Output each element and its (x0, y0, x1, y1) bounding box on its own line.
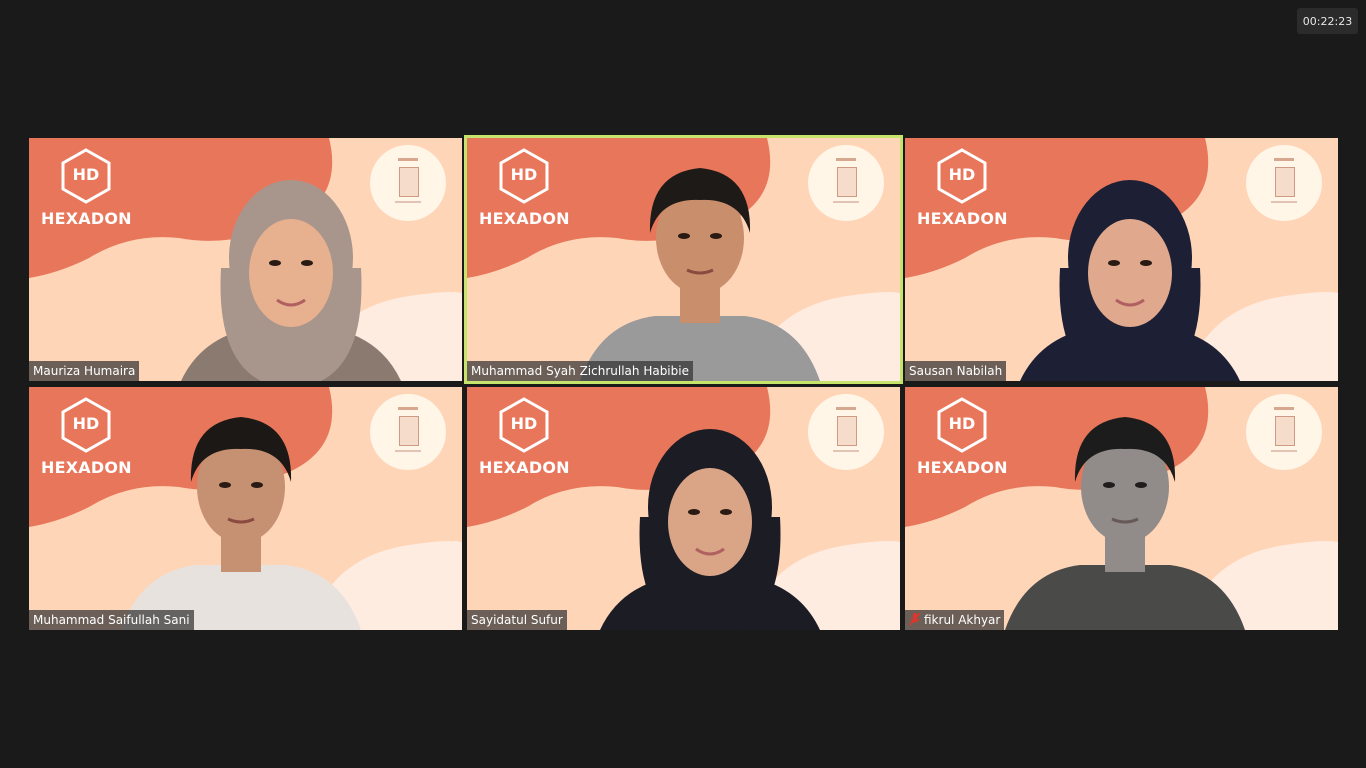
logo-initials: HD (510, 414, 538, 433)
participant-tile[interactable]: HD HEXADON Sayidatul Sufur (467, 387, 900, 630)
brand-name: HEXADON (917, 458, 1008, 477)
seal-logo (1246, 394, 1322, 470)
participant-tile[interactable]: HD HEXADON Sausan Nabilah (905, 138, 1338, 381)
brand-name: HEXADON (917, 209, 1008, 228)
microphone-muted-icon (909, 612, 921, 626)
brand-name: HEXADON (41, 458, 132, 477)
participant-tile[interactable]: HD HEXADON Muhammad Saifullah Sani (29, 387, 462, 630)
seal-logo (1246, 145, 1322, 221)
logo-initials: HD (948, 414, 976, 433)
brand-name: HEXADON (479, 209, 570, 228)
participant-name-label: Muhammad Saifullah Sani (29, 610, 194, 630)
seal-logo (808, 145, 884, 221)
seal-logo (370, 145, 446, 221)
seal-logo (808, 394, 884, 470)
logo-initials: HD (510, 165, 538, 184)
participant-name: fikrul Akhyar (924, 613, 1001, 627)
participant-name: Mauriza Humaira (33, 364, 136, 378)
participant-name-label: Sayidatul Sufur (467, 610, 567, 630)
participant-name-label: Mauriza Humaira (29, 361, 140, 381)
participant-name: Muhammad Syah Zichrullah Habibie (471, 364, 689, 378)
brand-name: HEXADON (41, 209, 132, 228)
video-grid: HD HEXADON Mauriza Humaira HD HEXADON Mu… (0, 0, 1366, 768)
participant-name-label: fikrul Akhyar (905, 610, 1005, 630)
logo-initials: HD (72, 165, 100, 184)
seal-logo (370, 394, 446, 470)
participant-name-label: Sausan Nabilah (905, 361, 1007, 381)
participant-name: Sayidatul Sufur (471, 613, 563, 627)
participant-tile[interactable]: HD HEXADON Muhammad Syah Zichrullah Habi… (464, 135, 903, 384)
participant-name-label: Muhammad Syah Zichrullah Habibie (467, 361, 693, 381)
logo-initials: HD (948, 165, 976, 184)
participant-name: Muhammad Saifullah Sani (33, 613, 190, 627)
logo-initials: HD (72, 414, 100, 433)
participant-tile[interactable]: HD HEXADON Mauriza Humaira (29, 138, 462, 381)
participant-tile[interactable]: HD HEXADON fikrul Akhyar (905, 387, 1338, 630)
brand-name: HEXADON (479, 458, 570, 477)
participant-name: Sausan Nabilah (909, 364, 1003, 378)
